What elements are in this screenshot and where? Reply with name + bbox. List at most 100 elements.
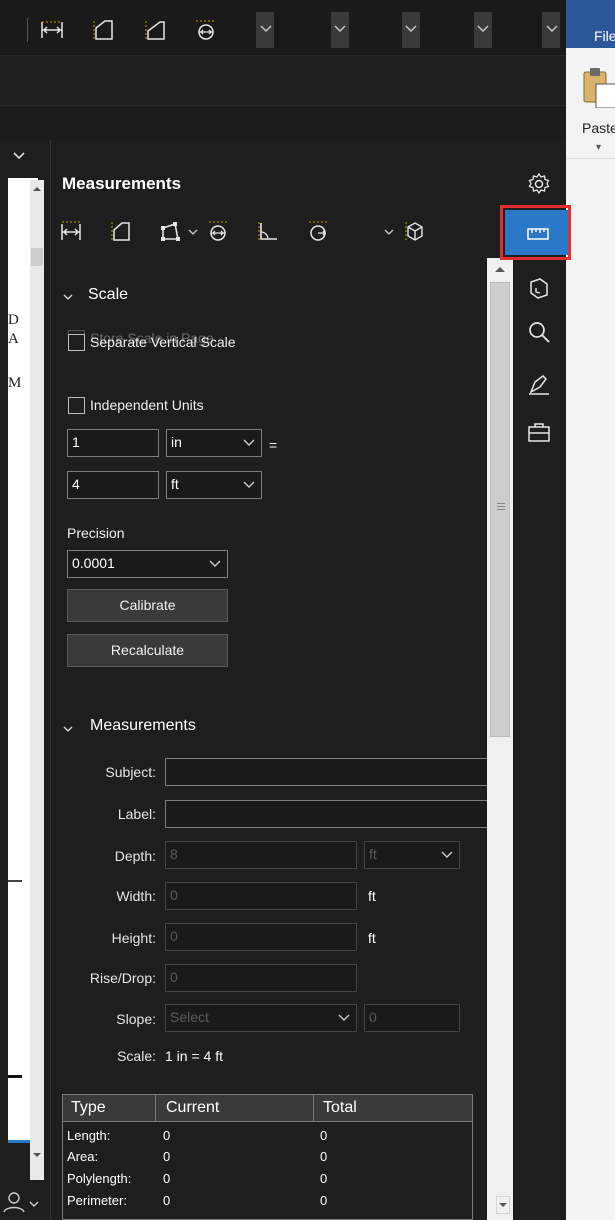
independent-units-label: Independent Units [90,397,204,413]
row-current: 0 [163,1149,171,1164]
scroll-down-icon[interactable] [496,1196,510,1214]
diameter-tool-icon[interactable] [194,19,218,41]
paste-dropdown-icon[interactable]: ▾ [596,142,601,153]
user-icon[interactable] [0,1190,50,1220]
separate-vertical-checkbox[interactable] [68,334,85,351]
results-table: Type Current Total Length: 0 0 Area: 0 0… [62,1094,473,1220]
scale-value: 1 in = 4 ft [165,1048,223,1064]
volume-tool-icon[interactable] [404,220,426,242]
measurements-section-heading[interactable]: Measurements [90,717,196,735]
column-header-type[interactable]: Type [71,1099,106,1117]
diameter-tool-icon[interactable] [207,220,229,242]
width-input[interactable]: 0 [165,882,357,910]
slope-value-input[interactable]: 0 [364,1004,460,1032]
doc-line [8,1140,30,1143]
height-input[interactable]: 0 [165,923,357,951]
panel-title: Measurements [62,174,182,193]
slope-select[interactable]: Select [165,1004,357,1032]
precision-label: Precision [67,525,125,541]
panel-scroll-thumb[interactable] [490,282,510,737]
chevron-down-icon[interactable] [383,226,395,238]
radius-tool-icon[interactable] [307,220,329,242]
chevron-down-icon[interactable] [545,22,559,36]
layers-icon[interactable] [527,276,551,300]
label-input[interactable] [165,800,490,828]
scroll-down-icon[interactable] [31,1150,43,1160]
area-tool-icon[interactable] [110,220,132,242]
real-unit-select[interactable]: ft [166,471,262,499]
paste-label[interactable]: Paste [582,120,615,136]
column-header-current[interactable]: Current [166,1099,219,1117]
document-scroll-thumb[interactable] [31,248,43,266]
depth-label: Depth: [114,848,156,864]
toolbar-row-3 [0,105,566,141]
document-scrollbar[interactable] [30,180,44,1180]
doc-text: A [8,331,19,347]
chevron-down-icon[interactable] [333,22,347,36]
toolbar-separator [27,18,28,42]
document-unit-select[interactable]: in [166,429,262,457]
highlight-box [500,205,571,260]
chevron-down-icon[interactable] [12,150,26,162]
scale-section-heading[interactable]: Scale [88,286,128,304]
area-tool-icon[interactable] [92,19,116,41]
chevron-down-icon [243,439,255,446]
right-sidebar [513,140,566,1220]
polygon-area-tool-icon[interactable] [144,19,168,41]
width-label: Width: [116,888,156,904]
independent-units-checkbox[interactable] [68,397,85,414]
collapse-chevron-icon[interactable] [62,292,74,302]
rise-drop-input[interactable]: 0 [165,964,357,992]
collapse-chevron-icon[interactable] [62,724,74,734]
chevron-down-icon[interactable] [404,22,418,36]
word-ribbon [566,48,615,159]
recalculate-button[interactable]: Recalculate [67,634,228,667]
subject-input[interactable] [165,758,490,786]
equals-sign: = [269,437,278,453]
doc-text: D [8,312,19,328]
row-type: Perimeter: [67,1193,127,1208]
scroll-up-icon[interactable] [31,184,43,194]
row-current: 0 [163,1193,171,1208]
real-scale-value[interactable]: 4 [67,471,159,499]
calibrate-button[interactable]: Calibrate [67,589,228,622]
subject-label: Subject: [105,764,156,780]
settings-gear-icon[interactable] [527,172,551,196]
chevron-down-icon [243,481,255,488]
search-icon[interactable] [527,320,551,344]
markup-pen-icon[interactable] [527,372,551,396]
chevron-down-icon[interactable] [259,22,273,36]
doc-text: M [8,375,22,391]
file-tab[interactable]: File [594,28,615,44]
document-scale-value[interactable]: 1 [67,429,159,457]
scroll-up-icon[interactable] [490,262,510,276]
paste-icon[interactable] [582,66,615,108]
length-tool-icon[interactable] [40,19,64,41]
depth-unit-select[interactable]: ft [364,841,460,869]
chevron-down-icon [338,1014,350,1021]
precision-select[interactable]: 0.0001 [67,550,228,578]
doc-line [8,1075,22,1078]
row-type: Length: [67,1128,111,1143]
chevron-down-icon [441,851,453,858]
chevron-down-icon[interactable] [476,22,490,36]
top-toolbar [0,0,566,55]
width-unit: ft [368,888,376,904]
real-unit-value: ft [171,476,179,492]
results-table-header: Type Current Total [63,1095,472,1122]
angle-tool-icon[interactable] [257,220,279,242]
row-total: 0 [320,1128,328,1143]
row-total: 0 [320,1149,328,1164]
toolbox-icon[interactable] [527,420,551,444]
label-label: Label: [117,806,156,822]
word-window [566,0,615,1220]
chevron-down-icon[interactable] [187,226,199,238]
height-unit: ft [368,930,376,946]
column-header-total[interactable]: Total [323,1099,357,1117]
length-tool-icon[interactable] [60,220,82,242]
row-type: Polylength: [67,1171,132,1186]
depth-input[interactable]: 8 [165,841,357,869]
depth-unit-value: ft [369,846,377,862]
polyline-tool-icon[interactable] [159,220,181,242]
slope-label: Slope: [116,1011,156,1027]
